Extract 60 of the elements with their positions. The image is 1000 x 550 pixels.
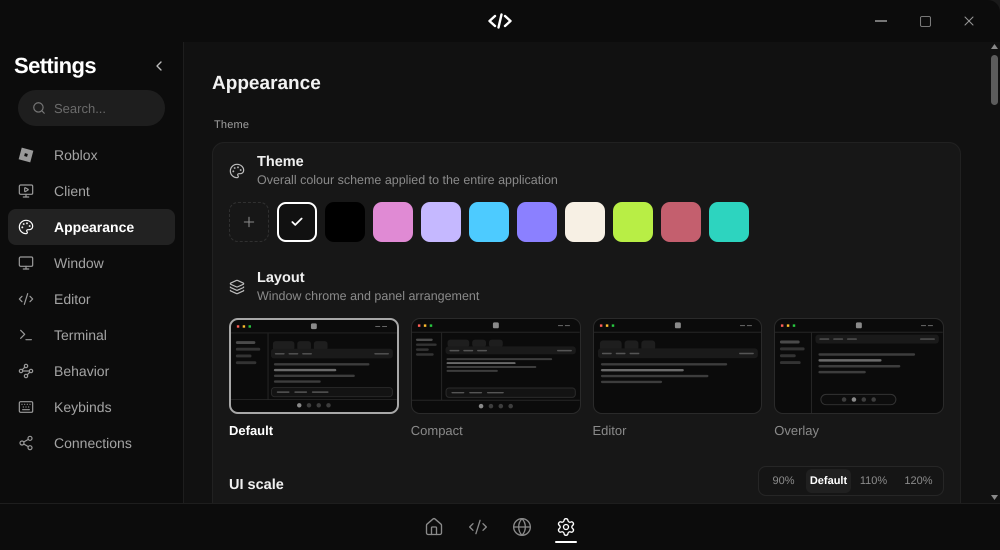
active-tab-indicator	[555, 541, 577, 543]
plus-icon	[241, 214, 257, 230]
scroll-down-icon[interactable]	[990, 495, 998, 500]
layout-option-label: Editor	[592, 423, 626, 439]
swatch-button[interactable]	[277, 202, 317, 242]
sidebar-item[interactable]: Terminal	[8, 317, 175, 353]
search-icon	[32, 101, 46, 115]
swatch-button[interactable]	[709, 202, 749, 242]
code-icon	[18, 291, 34, 307]
sidebar-item[interactable]: Window	[8, 245, 175, 281]
search-field[interactable]: Search...	[18, 90, 165, 126]
swatch-button[interactable]	[469, 202, 509, 242]
section-description: Window chrome and panel arrangement	[257, 288, 480, 304]
code-icon	[468, 517, 488, 537]
terminal-icon	[18, 327, 34, 343]
palette-icon	[229, 162, 245, 178]
monitor-play-icon	[18, 183, 34, 199]
section-title: Theme	[257, 153, 305, 171]
maximize-icon	[918, 14, 932, 28]
check-icon	[290, 215, 304, 229]
sidebar-item[interactable]: Editor	[8, 281, 175, 317]
minimize-icon	[875, 20, 887, 22]
scrollbar-thumb[interactable]	[990, 55, 998, 105]
sidebar-item[interactable]: Appearance	[8, 209, 175, 245]
home-icon	[424, 517, 444, 537]
layout-option-label: Default	[229, 423, 274, 439]
page-title: Appearance	[212, 72, 322, 96]
scroll-up-icon[interactable]	[990, 44, 998, 49]
sidebar-item[interactable]: Behavior	[8, 353, 175, 389]
section-title: UI scale	[229, 476, 284, 494]
swatch-button[interactable]	[421, 202, 461, 242]
sidebar-item[interactable]: Client	[8, 173, 175, 209]
layout-option-label: Overlay	[774, 423, 820, 439]
logo-icon	[487, 13, 513, 29]
sidebar-title: Settings	[14, 52, 96, 80]
sidebar-item[interactable]: Roblox	[8, 137, 175, 173]
layout-option-label: Compact	[410, 423, 463, 439]
sidebar-item[interactable]: Keybinds	[8, 389, 175, 425]
scale-option[interactable]: Default	[806, 469, 851, 493]
section-description: Overall colour scheme applied to the entire application	[257, 172, 558, 188]
nodes-icon	[18, 363, 34, 379]
scale-option[interactable]: 120%	[896, 469, 941, 493]
scale-option[interactable]: 110%	[851, 469, 896, 493]
swatch-button[interactable]	[661, 202, 701, 242]
section-title: Layout	[257, 269, 306, 287]
swatch-button[interactable]	[373, 202, 413, 242]
scale-option[interactable]: 90%	[761, 469, 806, 493]
settings-icon	[556, 517, 576, 537]
layers-icon	[229, 278, 245, 294]
swatch-button[interactable]	[565, 202, 605, 242]
swatch-button[interactable]	[517, 202, 557, 242]
sidebar-item[interactable]: Connections	[8, 425, 175, 461]
swatch-button[interactable]	[613, 202, 653, 242]
section-label: Theme	[213, 118, 250, 132]
add-swatch-button[interactable]	[229, 202, 269, 242]
globe-icon	[512, 517, 532, 537]
palette-icon	[18, 219, 34, 235]
keyboard-icon	[18, 399, 34, 415]
share-icon	[18, 435, 34, 451]
monitor-icon	[18, 255, 34, 271]
